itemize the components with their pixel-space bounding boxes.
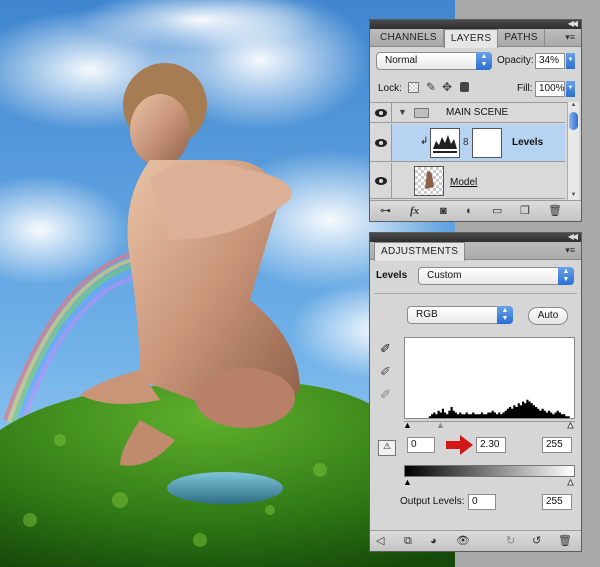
eye-icon <box>375 177 387 185</box>
link-icon[interactable]: ⊶ <box>380 204 391 218</box>
clip-icon[interactable]: ⧉ <box>404 534 412 548</box>
opacity-dropdown-icon[interactable]: ▼ <box>566 53 575 69</box>
blend-mode-select[interactable]: Normal ▲ ▼ <box>376 52 492 70</box>
channel-select[interactable]: RGB ▲ ▼ <box>407 306 513 324</box>
collapse-icon[interactable]: ◀◀ <box>568 19 578 28</box>
input-slider-track <box>404 421 575 422</box>
layer-name: Model <box>450 177 478 188</box>
folder-icon[interactable]: ▭ <box>492 204 502 218</box>
layer-row-model[interactable]: Model <box>370 163 565 199</box>
clipping-warning-icon[interactable]: ⚠ <box>378 440 396 456</box>
back-icon[interactable]: ◁ <box>376 534 384 548</box>
lock-all-icon[interactable] <box>460 82 469 92</box>
lock-label: Lock: <box>378 83 402 94</box>
reset-icon[interactable]: ↺ <box>532 534 541 548</box>
select-arrows-icon: ▲ ▼ <box>558 267 574 285</box>
scroll-down-icon[interactable]: ▼ <box>568 192 579 200</box>
previous-state-icon[interactable]: ↻ <box>506 534 515 548</box>
panel-menu-icon[interactable]: ▾≡ <box>565 32 575 43</box>
chain-link-icon[interactable]: 8 <box>463 137 469 148</box>
eye-icon <box>375 109 387 117</box>
layers-list: ▼ MAIN SCENE ↲ 8 Levels Model <box>370 102 569 200</box>
panel-titlebar[interactable]: ◀◀ <box>370 232 581 242</box>
tab-layers[interactable]: LAYERS <box>443 29 499 48</box>
lock-transparent-icon[interactable] <box>408 82 419 93</box>
select-arrows-icon: ▲ ▼ <box>476 52 492 70</box>
panel-menu-icon[interactable]: ▾≡ <box>565 245 575 256</box>
trash-icon[interactable]: 🗑 <box>548 204 562 218</box>
red-arrow-icon <box>446 435 474 455</box>
adjustments-panel: ◀◀ ADJUSTMENTS ▾≡ Levels Custom ▲ ▼ RGB ▲… <box>369 232 582 552</box>
divider <box>374 293 577 294</box>
layer-thumbnail <box>414 166 444 196</box>
layer-row-main-scene[interactable]: ▼ MAIN SCENE <box>370 103 565 123</box>
panel-titlebar[interactable]: ◀◀ <box>370 19 581 29</box>
layer-name: Levels <box>512 137 544 148</box>
channel-value: RGB <box>416 309 438 320</box>
fx-icon[interactable]: fx <box>410 204 419 218</box>
levels-adjustment-icon <box>430 128 460 158</box>
black-eyedropper-icon[interactable]: ✐ <box>380 341 391 357</box>
visibility-toggle[interactable] <box>370 103 392 122</box>
gamma-handle[interactable]: ▲ <box>436 420 445 430</box>
opacity-field[interactable]: 34% <box>535 53 565 69</box>
tab-channels[interactable]: CHANNELS <box>374 29 444 47</box>
auto-button[interactable]: Auto <box>528 307 568 325</box>
clip-arrow-icon: ↲ <box>420 136 429 147</box>
adjustments-tabbar: ADJUSTMENTS ▾≡ <box>370 242 581 261</box>
white-point-handle[interactable]: ▲ <box>566 420 576 431</box>
output-levels-label: Output Levels: <box>400 496 465 507</box>
layer-name: MAIN SCENE <box>446 107 509 118</box>
lock-image-icon[interactable]: ✎ <box>426 80 436 94</box>
histogram-graph <box>405 399 574 418</box>
output-white-field[interactable]: 255 <box>542 494 572 510</box>
black-point-handle[interactable]: ▲ <box>403 420 412 430</box>
histogram <box>404 337 575 419</box>
input-gamma-field[interactable]: 2.30 <box>476 437 506 453</box>
disclosure-triangle-icon[interactable]: ▼ <box>398 107 407 117</box>
layer-row-levels[interactable]: ↲ 8 Levels <box>370 124 565 162</box>
fill-dropdown-icon[interactable]: ▼ <box>566 81 575 97</box>
output-black-field[interactable]: 0 <box>468 494 496 510</box>
blend-mode-value: Normal <box>385 55 418 66</box>
gray-eyedropper-icon[interactable]: ✐ <box>380 364 391 380</box>
layer-mask-thumbnail[interactable] <box>472 128 502 158</box>
output-white-handle[interactable]: ▲ <box>566 477 576 488</box>
layers-footer: ⊶ fx ◙ ◐ ▭ ❐ 🗑 <box>370 200 581 221</box>
scroll-up-icon[interactable]: ▲ <box>568 102 579 110</box>
input-white-field[interactable]: 255 <box>542 437 572 453</box>
adjustment-title: Levels <box>376 270 408 281</box>
output-gradient-bar <box>404 465 575 477</box>
white-eyedropper-icon[interactable]: ✐ <box>380 387 391 403</box>
opacity-label: Opacity: <box>497 55 534 66</box>
layers-tabbar: CHANNELS LAYERS PATHS ▾≡ <box>370 29 581 48</box>
visibility-toggle[interactable] <box>370 163 392 198</box>
output-black-handle[interactable]: ▲ <box>403 477 412 487</box>
input-black-field[interactable]: 0 <box>407 437 435 453</box>
visibility-toggle[interactable] <box>370 124 392 161</box>
fill-field[interactable]: 100% <box>535 81 565 97</box>
select-arrows-icon: ▲ ▼ <box>497 306 513 324</box>
mask-view-icon[interactable]: ◕ <box>430 534 437 548</box>
trash-icon[interactable]: 🗑 <box>558 534 572 548</box>
eye-icon <box>375 139 387 147</box>
layers-panel: ◀◀ CHANNELS LAYERS PATHS ▾≡ Normal ▲ ▼ Op… <box>369 19 582 222</box>
preset-select[interactable]: Custom ▲ ▼ <box>418 267 574 285</box>
eye-icon[interactable]: 👁 <box>456 534 470 548</box>
histogram-shape <box>405 399 574 418</box>
collapse-icon[interactable]: ◀◀ <box>568 232 578 241</box>
preset-value: Custom <box>427 270 462 281</box>
tab-adjustments[interactable]: ADJUSTMENTS <box>374 242 466 261</box>
fill-label: Fill: <box>517 83 533 94</box>
scroll-thumb[interactable] <box>569 112 578 130</box>
mask-icon[interactable]: ◙ <box>440 204 447 218</box>
adjustments-footer: ◁ ⧉ ◕ 👁 ↻ ↺ 🗑 <box>370 530 581 551</box>
adjustment-icon[interactable]: ◐ <box>466 204 473 218</box>
new-layer-icon[interactable]: ❐ <box>520 204 530 218</box>
lock-position-icon[interactable]: ✥ <box>442 80 452 94</box>
folder-icon <box>414 108 429 118</box>
tab-paths[interactable]: PATHS <box>498 29 545 47</box>
layers-scrollbar[interactable]: ▲ ▼ <box>567 102 579 200</box>
